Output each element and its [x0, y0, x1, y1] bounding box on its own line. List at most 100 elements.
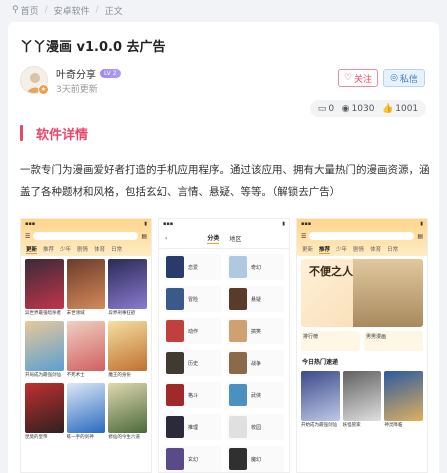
category-item: 格斗	[164, 382, 221, 408]
breadcrumb-home[interactable]: 首页	[21, 4, 39, 17]
app-tab: 少年	[60, 247, 72, 253]
author-info: 叶奇分享 LV 2	[56, 66, 121, 81]
featured-banner: 不便之人	[301, 259, 423, 327]
comic-item: 修仙的今生六道	[108, 383, 147, 442]
app-tab: 体育	[94, 247, 106, 253]
screenshot-3[interactable]: ▪▪▪ ▮ ☰ ▤ 更新 推荐 少年 剧情 体育 日常 不便之人 排行榜 男男漫…	[296, 218, 428, 473]
follow-button[interactable]: ♡ 关注	[338, 69, 378, 87]
app-search-box	[33, 232, 139, 240]
category-item: 校园	[227, 414, 284, 440]
update-time: 3天前更新	[56, 85, 98, 95]
promo-row: 排行榜 男男漫画	[301, 331, 423, 351]
comic-item: 异界刑事狂欲	[108, 259, 147, 318]
comments-stat[interactable]: ▭ 0	[318, 104, 334, 114]
app-tabs: 更新 推荐 少年 剧情 体育 日常	[297, 243, 427, 256]
comic-item: 魔王的身份	[108, 321, 147, 380]
comic-item: 昆莫的皇帝	[25, 383, 64, 442]
category-item: 奇幻	[227, 254, 284, 280]
menu-icon: ☰	[25, 232, 31, 240]
promo-category: 男男漫画	[364, 331, 423, 351]
thumbs-up-icon: 👍	[382, 103, 394, 114]
app-search: ☰ ▤	[301, 231, 423, 241]
region-tab: 地区	[229, 236, 242, 243]
app-tab: 日常	[387, 247, 399, 253]
breadcrumb: ⚲ 首页 / 安卓软件 / 正文	[12, 2, 123, 18]
app-tab: 日常	[111, 247, 123, 253]
post-card: 丫丫漫画 v1.0.0 去广告 ★ 叶奇分享 LV 2 3天前更新 ♡ 关注 ◎…	[8, 22, 439, 473]
comment-icon: ▭	[317, 103, 327, 114]
app-tab: 推荐	[43, 247, 55, 253]
category-item: 悬疑	[227, 286, 284, 312]
category-item: 搞笑	[227, 318, 284, 344]
status-bar: ▪▪▪ ▮	[301, 221, 423, 227]
category-item: 玄幻	[164, 446, 221, 472]
level-badge: LV 2	[100, 69, 121, 78]
status-bar: ▪▪▪ ▮	[25, 221, 147, 227]
app-tab: 少年	[336, 247, 348, 253]
app-tab: 体育	[370, 247, 382, 253]
category-item: 恋爱	[164, 254, 221, 280]
chat-icon: ◎	[390, 73, 398, 83]
screenshot-gallery: ▪▪▪ ▮ ☰ ▤ 更新 推荐 少年 剧情 体育 日常 异世界最强暗杀者 末世领域	[20, 218, 428, 473]
filter-icon: ▤	[417, 232, 423, 240]
section-title: 软件详情	[36, 128, 89, 143]
breadcrumb-separator: /	[95, 5, 99, 15]
comic-item: 妖怪管家	[342, 371, 382, 430]
verified-badge-icon: ★	[38, 84, 49, 95]
breadcrumb-separator: /	[44, 5, 48, 15]
app-tab: 更新	[26, 247, 38, 254]
section-marker	[20, 125, 23, 141]
category-item: 魔幻	[227, 446, 284, 472]
heart-icon: ♡	[343, 73, 353, 83]
category-list: 恋爱 奇幻 冒险 悬疑 动作 搞笑 历史 战争 格斗 武侠 推理 校园 玄幻 魔…	[159, 249, 289, 472]
category-tab: 分类	[207, 235, 220, 244]
app-search-box	[309, 232, 415, 240]
message-button[interactable]: ◎ 私信	[383, 69, 425, 87]
comic-item: 异世界最强暗杀者	[25, 259, 64, 318]
likes-stat[interactable]: 👍 1001	[382, 104, 418, 114]
comic-item: 不死术士	[66, 321, 106, 380]
app-tabs: 更新 推荐 少年 剧情 体育 日常	[21, 243, 151, 256]
menu-icon: ☰	[301, 232, 307, 240]
status-bar: ▪▪▪ ▮	[163, 221, 285, 227]
filter-icon: ▤	[141, 232, 147, 240]
likes-count: 1001	[395, 103, 419, 114]
location-pin-icon: ⚲	[12, 5, 19, 15]
description: 一款专门为漫画爱好者打造的手机应用程序。通过该应用、拥有大量热门的漫画资源，涵盖…	[20, 164, 430, 198]
breadcrumb-category[interactable]: 安卓软件	[54, 4, 90, 17]
category-item: 冒险	[164, 286, 221, 312]
app-tab: 剧情	[353, 247, 365, 253]
comments-count: 0	[328, 103, 335, 114]
promo-ranking: 排行榜	[301, 331, 360, 351]
screenshot-2[interactable]: ▪▪▪ ▮ ‹ 分类 地区 恋爱 奇幻 冒险 悬疑 动作 搞笑 历史 战争 格斗 …	[158, 218, 290, 473]
comic-item: 开始成为最强剑仙	[301, 371, 340, 430]
message-label: 私信	[399, 74, 418, 85]
post-stats: ▭ 0 ◉ 1030 👍 1001	[310, 100, 426, 117]
back-icon: ‹	[165, 235, 168, 242]
category-header: ‹ 分类 地区	[159, 229, 289, 249]
comic-item: 末世领域	[66, 259, 106, 318]
comic-item: 开局成为最强剑仙	[25, 321, 64, 380]
category-item: 战争	[227, 350, 284, 376]
app-header: ▪▪▪ ▮ ☰ ▤ 更新 推荐 少年 剧情 体育 日常	[21, 219, 151, 256]
app-tab: 剧情	[77, 247, 89, 253]
screenshot-1[interactable]: ▪▪▪ ▮ ☰ ▤ 更新 推荐 少年 剧情 体育 日常 异世界最强暗杀者 末世领域	[20, 218, 152, 473]
comic-item: 练一手的剑神	[66, 383, 106, 442]
category-item: 推理	[164, 414, 221, 440]
hot-section-title: 今日热门速递	[302, 359, 339, 366]
app-tab: 推荐	[319, 247, 331, 254]
comic-grid: 异世界最强暗杀者 末世领域 异界刑事狂欲 开局成为最强剑仙 不死术士 魔王的身份…	[21, 256, 151, 445]
category-item: 动作	[164, 318, 221, 344]
author-name[interactable]: 叶奇分享	[56, 66, 96, 81]
app-header: ▪▪▪ ▮ ☰ ▤ 更新 推荐 少年 剧情 体育 日常	[297, 219, 427, 256]
comic-item: 神灵降临	[384, 371, 423, 430]
app-tab: 更新	[302, 247, 314, 253]
follow-label: 关注	[354, 74, 373, 85]
banner-title: 不便之人	[309, 265, 353, 278]
breadcrumb-current: 正文	[104, 6, 123, 17]
eye-icon: ◉	[341, 103, 350, 114]
post-title: 丫丫漫画 v1.0.0 去广告	[20, 40, 166, 55]
category-item: 武侠	[227, 382, 284, 408]
views-stat: ◉ 1030	[342, 104, 375, 114]
app-search: ☰ ▤	[25, 231, 147, 241]
